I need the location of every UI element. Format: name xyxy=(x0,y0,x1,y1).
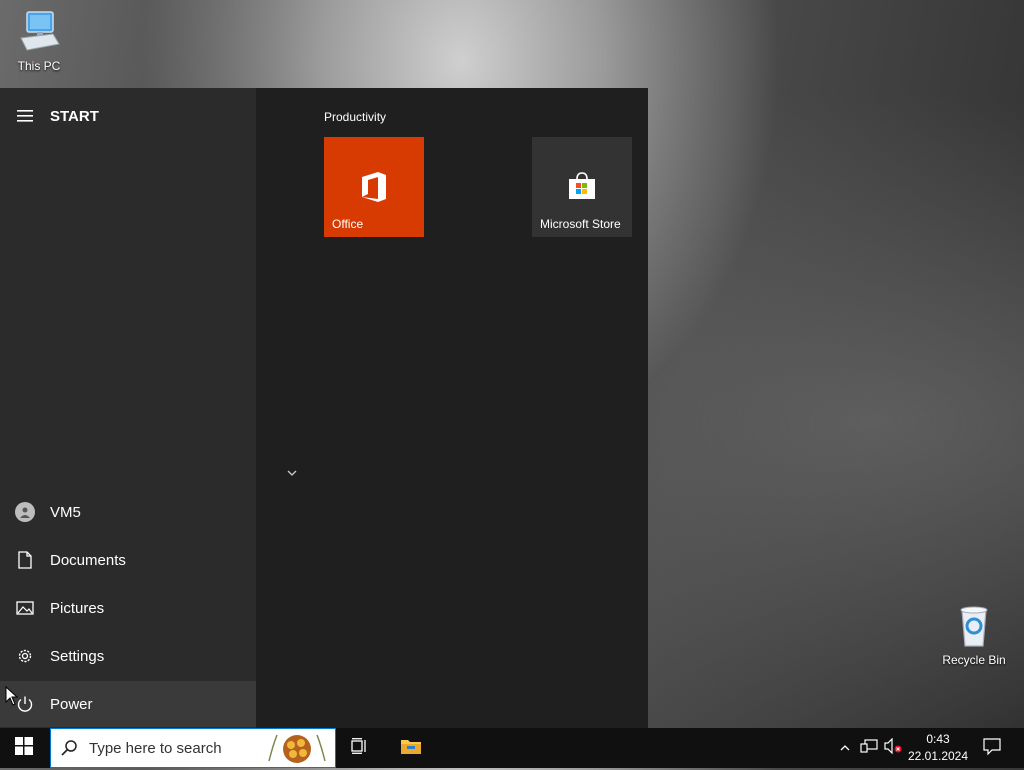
speaker-muted-icon xyxy=(884,737,902,759)
task-view-button[interactable] xyxy=(340,728,380,768)
rail-item-documents-label: Documents xyxy=(50,551,126,569)
windows-logo-icon xyxy=(15,736,33,760)
microsoft-store-tile[interactable]: Microsoft Store xyxy=(532,137,632,237)
notification-icon xyxy=(983,737,1001,760)
clock-date: 22.01.2024 xyxy=(907,749,969,763)
network-icon xyxy=(860,738,878,759)
recycle-bin-icon xyxy=(960,606,988,647)
rail-item-settings-label: Settings xyxy=(50,647,105,665)
user-avatar-icon xyxy=(15,502,35,522)
rail-item-power[interactable]: Power xyxy=(0,681,256,727)
start-button[interactable] xyxy=(0,728,48,768)
office-tile[interactable]: Office xyxy=(324,137,424,237)
task-view-icon xyxy=(351,737,369,759)
rail-item-settings[interactable]: Settings xyxy=(0,633,256,679)
computer-icon xyxy=(20,11,60,51)
office-icon xyxy=(360,171,388,206)
office-tile-label: Office xyxy=(332,217,364,231)
chevron-down-icon[interactable] xyxy=(286,464,298,480)
search-input[interactable] xyxy=(87,738,261,758)
store-bag-icon xyxy=(567,171,597,204)
taskbar-clock[interactable]: 0:43 22.01.2024 xyxy=(905,731,971,765)
rail-item-documents[interactable]: Documents xyxy=(0,537,256,583)
search-highlight-image xyxy=(263,731,331,765)
document-icon xyxy=(0,551,50,569)
mouse-cursor-icon xyxy=(5,685,19,711)
action-center-button[interactable] xyxy=(980,728,1004,768)
taskbar: 0:43 22.01.2024 xyxy=(0,728,1024,768)
microsoft-store-tile-label: Microsoft Store xyxy=(540,217,621,231)
rail-item-pictures[interactable]: Pictures xyxy=(0,585,256,631)
rail-item-user[interactable]: VM5 xyxy=(0,489,256,535)
search-icon xyxy=(51,739,87,757)
tile-group-title: Productivity xyxy=(324,110,387,124)
file-explorer-button[interactable] xyxy=(390,728,432,768)
this-pc-label: This PC xyxy=(17,59,61,73)
volume-button[interactable] xyxy=(882,728,904,768)
taskbar-search-box[interactable] xyxy=(50,728,336,768)
pictures-icon xyxy=(0,601,50,615)
rail-item-pictures-label: Pictures xyxy=(50,599,105,617)
recycle-bin-desktop-icon[interactable]: Recycle Bin xyxy=(938,602,1010,667)
show-hidden-icons-button[interactable] xyxy=(836,728,854,768)
rail-item-user-label: VM5 xyxy=(50,503,81,521)
hamburger-menu-icon[interactable] xyxy=(0,110,50,122)
clock-time: 0:43 xyxy=(926,732,950,746)
start-title: START xyxy=(50,107,99,125)
chevron-up-icon xyxy=(839,739,851,757)
gear-icon xyxy=(0,647,50,665)
recycle-bin-label: Recycle Bin xyxy=(942,653,1006,667)
start-menu: START VM5 Documents Pictures Settings Po… xyxy=(0,88,648,728)
this-pc-desktop-icon[interactable]: This PC xyxy=(3,8,75,73)
network-button[interactable] xyxy=(858,728,880,768)
start-header: START xyxy=(0,102,256,130)
folder-icon xyxy=(400,737,422,760)
start-left-rail: START VM5 Documents Pictures Settings Po… xyxy=(0,88,256,728)
rail-item-power-label: Power xyxy=(50,695,93,713)
